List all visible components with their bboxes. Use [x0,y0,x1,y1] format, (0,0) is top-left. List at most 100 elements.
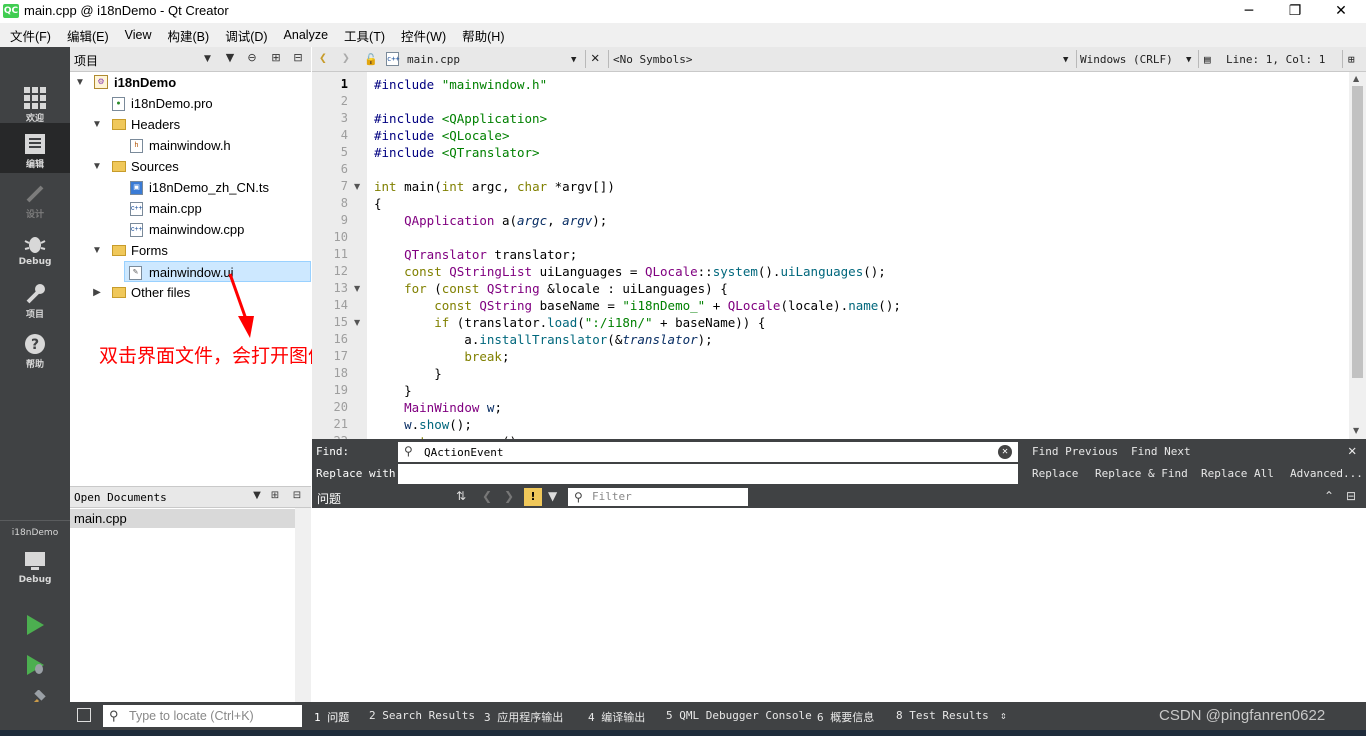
mode-projects[interactable]: 项目 [0,273,70,323]
filter-icon[interactable]: ▼ [548,489,557,503]
line-ending-dropdown-icon[interactable]: ▼ [1186,55,1191,65]
output-tab-issues[interactable]: 1 问题 [314,709,349,725]
close-find-icon[interactable]: ✕ [1348,443,1356,459]
more-tabs-icon[interactable]: ⇕ [1000,709,1007,722]
close-pane-icon[interactable]: ⊟ [1346,489,1356,503]
filter-icon[interactable]: ▼ [222,51,238,67]
find-previous-button[interactable]: Find Previous [1032,445,1118,458]
tree-node-main-cpp[interactable]: c++ main.cpp [70,198,311,219]
menu-build[interactable]: 构建(B) [160,26,218,45]
clear-search-icon[interactable]: ✕ [998,445,1012,459]
mode-welcome[interactable]: 欢迎 [0,77,70,127]
open-documents-scrollbar[interactable] [295,508,311,702]
file-dropdown-icon[interactable]: ▼ [571,55,576,65]
mode-debug[interactable]: Debug [0,223,70,273]
tree-node-other-files[interactable]: ▶ Other files [70,282,311,303]
tree-node-mainwindow-cpp[interactable]: c++ mainwindow.cpp [70,219,311,240]
cursor-position[interactable]: Line: 1, Col: 1 [1226,53,1325,66]
expand-arrow-icon[interactable]: ▼ [91,240,103,261]
split-editor-icon[interactable]: ⊞ [1348,53,1355,66]
open-document-item[interactable]: main.cpp [70,509,295,528]
menu-tools[interactable]: 工具(T) [336,26,393,45]
tree-node-sources[interactable]: ▼ Sources [70,156,311,177]
tree-node-forms[interactable]: ▼ Forms [70,240,311,261]
menu-edit[interactable]: 编辑(E) [59,26,117,45]
tree-node-project[interactable]: ▼ ⚙ i18nDemo [70,72,311,93]
mode-edit[interactable]: 编辑 [0,123,70,173]
replace-all-button[interactable]: Replace All [1201,467,1274,480]
mode-help[interactable]: ? 帮助 [0,323,70,373]
split-icon[interactable]: ⊞ [268,51,284,67]
link-icon[interactable]: ⊖ [244,51,260,67]
output-tab-search-results[interactable]: 2 Search Results [369,709,475,722]
next-item-icon[interactable]: ❯ [504,489,514,503]
output-tab-qml-debugger[interactable]: 5 QML Debugger Console [666,709,812,722]
expand-arrow-icon[interactable]: ▼ [74,72,86,93]
current-file-combo[interactable]: main.cpp [407,53,460,66]
toggle-sidebar-icon[interactable] [77,708,91,722]
tree-node-mainwindow-ui[interactable]: ✎ mainwindow.ui [124,261,311,282]
run-button[interactable] [0,607,70,641]
code-line: int main(int argc, char *argv[]) [374,179,615,194]
fold-marker-icon[interactable]: ▼ [354,284,360,293]
output-tab-general-messages[interactable]: 6 概要信息 [817,709,874,725]
find-next-button[interactable]: Find Next [1131,445,1191,458]
output-tab-application-output[interactable]: 3 应用程序输出 [484,709,563,725]
close-window-button[interactable]: ✕ [1318,0,1364,23]
menu-debug[interactable]: 调试(D) [217,26,275,45]
menu-widgets[interactable]: 控件(W) [393,26,454,45]
tree-node-pro-file[interactable]: ● i18nDemo.pro [70,93,311,114]
find-input[interactable]: ⚲ QActionEvent ✕ [398,442,1018,462]
expand-arrow-icon[interactable]: ▼ [91,156,103,177]
tree-node-headers[interactable]: ▼ Headers [70,114,311,135]
menu-help[interactable]: 帮助(H) [454,26,512,45]
replace-input[interactable] [398,464,1018,484]
output-tab-test-results[interactable]: 8 Test Results [896,709,989,722]
menu-file[interactable]: 文件(F) [2,26,59,45]
line-number: 5 [340,145,348,159]
minimize-button[interactable]: ─ [1226,0,1272,23]
tree-node-mainwindow-h[interactable]: h mainwindow.h [70,135,311,156]
mode-design[interactable]: 设计 [0,173,70,223]
editor-vertical-scrollbar[interactable]: ▲ ▼ [1349,72,1366,439]
code-line: for (const QString &locale : uiLanguages… [404,281,728,296]
forward-arrow-icon[interactable]: ❯ [342,51,350,66]
maximize-pane-icon[interactable]: ⌃ [1324,489,1334,503]
replace-find-button[interactable]: Replace & Find [1095,467,1188,480]
line-ending-combo[interactable]: Windows (CRLF) [1080,53,1173,66]
view-dropdown-icon[interactable]: ▼ [204,54,211,64]
locator-input[interactable]: ⚲ Type to locate (Ctrl+K) [103,705,302,727]
symbols-combo[interactable]: <No Symbols> [613,53,692,66]
collapsed-arrow-icon[interactable]: ▶ [91,282,103,303]
dropdown-icon[interactable]: ▼ [250,490,264,504]
close-file-icon[interactable]: ✕ [591,50,599,66]
fold-marker-icon[interactable]: ▼ [354,318,360,327]
search-icon[interactable]: ⚲ [404,444,413,458]
split-icon[interactable]: ⊞ [268,490,282,504]
menu-view[interactable]: View [117,28,160,42]
code-editor[interactable]: #include "mainwindow.h" #include <QApplic… [367,72,1349,439]
back-arrow-icon[interactable]: ❮ [319,51,327,66]
expand-arrow-icon[interactable]: ▼ [91,114,103,135]
line-number: 3 [340,111,348,125]
advanced-button[interactable]: Advanced... [1290,467,1363,480]
issues-filter-input[interactable]: ⚲ Filter [568,488,748,506]
menu-analyze[interactable]: Analyze [276,28,336,42]
fold-marker-icon[interactable]: ▼ [354,182,360,191]
output-tab-compile-output[interactable]: 4 编译输出 [588,709,645,725]
previous-item-icon[interactable]: ❮ [482,489,492,503]
replace-button[interactable]: Replace [1032,467,1078,480]
debug-run-button[interactable] [0,647,70,681]
close-pane-icon[interactable]: ⊟ [290,51,306,67]
scroll-up-icon[interactable]: ▲ [1353,74,1359,83]
close-pane-icon[interactable]: ⊟ [290,490,304,504]
sort-icon[interactable]: ⇅ [456,489,466,503]
warning-icon[interactable]: ! [524,488,542,506]
symbols-dropdown-icon[interactable]: ▼ [1063,55,1068,65]
scrollbar-thumb[interactable] [1352,86,1363,378]
tree-node-ts-file[interactable]: ▣ i18nDemo_zh_CN.ts [70,177,311,198]
code-line: #include <QTranslator> [374,145,540,160]
scroll-down-icon[interactable]: ▼ [1353,426,1359,435]
kit-selector[interactable]: Debug [0,541,70,591]
restore-button[interactable]: ❐ [1272,0,1318,23]
